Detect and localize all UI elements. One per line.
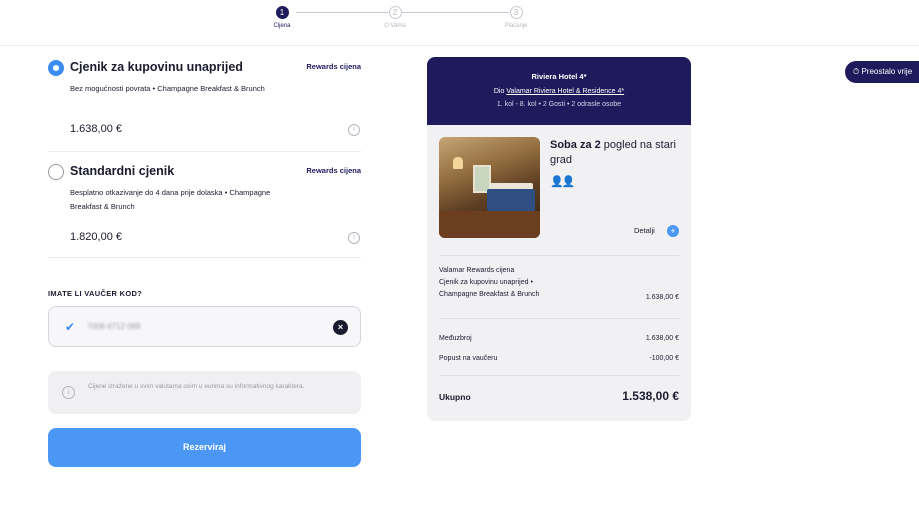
rate-price: 1.820,00 € bbox=[70, 231, 122, 243]
step-price[interactable]: 1 Cijena bbox=[262, 6, 302, 29]
rate-summary-line: Champagne Breakfast & Brunch bbox=[439, 291, 540, 298]
rewards-price-tag: Rewards cijena bbox=[306, 166, 361, 175]
plus-icon[interactable]: + bbox=[667, 225, 679, 237]
rate-price: 1.638,00 € bbox=[70, 123, 122, 135]
info-icon[interactable]: i bbox=[348, 124, 360, 136]
total-label: Ukupno bbox=[439, 392, 471, 402]
stay-dates-guests: 1. kol - 8. kol • 2 Gosti • 2 odrasle os… bbox=[496, 101, 622, 108]
rate-radio-unselected[interactable] bbox=[48, 164, 64, 180]
rate-option-standard[interactable]: Standardni cjenik Rewards cijena Besplat… bbox=[48, 164, 361, 244]
rate-summary-line: Valamar Rewards cijena bbox=[439, 267, 515, 274]
total-amount: 1.538,00 € bbox=[622, 389, 679, 403]
voucher-heading: IMATE LI VAUČER KOD? bbox=[48, 289, 143, 298]
divider bbox=[439, 255, 679, 256]
info-icon: i bbox=[62, 386, 75, 399]
hotel-parent: Dio Valamar Riviera Hotel & Residence 4* bbox=[427, 88, 691, 95]
hotel-parent-prefix: Dio bbox=[493, 88, 505, 95]
step-label: O Vama bbox=[384, 23, 406, 29]
check-icon: ✔ bbox=[65, 320, 76, 334]
currency-notice: i Cijene izražene u svim valutama osim u… bbox=[48, 371, 361, 414]
rate-amount: 1.638,00 € bbox=[645, 294, 679, 301]
step-payment[interactable]: 3 Plaćanje bbox=[496, 6, 536, 29]
rate-summary-line: Cjenik za kupovinu unaprijed • bbox=[439, 279, 533, 286]
subtotal-amount: 1.638,00 € bbox=[645, 335, 679, 342]
divider bbox=[48, 257, 361, 258]
room-title: Soba za 2 pogled na stari grad bbox=[550, 138, 680, 168]
details-link[interactable]: Detalji bbox=[634, 226, 655, 235]
room-title-bold: Soba za 2 bbox=[550, 139, 601, 151]
voucher-discount-label: Popust na vaučeru bbox=[439, 355, 498, 362]
hotel-header: Riviera Hotel 4* Dio Valamar Riviera Hot… bbox=[427, 57, 691, 125]
step-number: 3 bbox=[509, 6, 523, 19]
rewards-price-tag: Rewards cijena bbox=[306, 62, 361, 71]
voucher-code-value: 7008 4712 088 bbox=[87, 322, 141, 331]
step-number: 2 bbox=[388, 6, 402, 19]
progress-stepper: 1 Cijena 2 O Vama 3 Plaćanje bbox=[0, 0, 919, 46]
step-label: Plaćanje bbox=[504, 23, 528, 29]
step-label: Cijena bbox=[273, 23, 291, 29]
divider bbox=[48, 151, 361, 152]
rate-title: Standardni cjenik bbox=[70, 164, 175, 178]
booking-summary-card: Riviera Hotel 4* Dio Valamar Riviera Hot… bbox=[427, 57, 691, 421]
rate-description: Besplatno otkazivanje do 4 dana prije do… bbox=[70, 188, 271, 211]
notice-text: Cijene izražene u svim valutama osim u e… bbox=[88, 383, 305, 390]
rate-radio-selected[interactable] bbox=[48, 60, 64, 76]
info-icon[interactable]: i bbox=[348, 232, 360, 244]
stepper-connector bbox=[402, 12, 509, 13]
rate-title: Cjenik za kupovinu unaprijed bbox=[70, 60, 243, 74]
reserve-button[interactable]: Rezerviraj bbox=[48, 428, 361, 467]
clear-icon[interactable]: × bbox=[333, 320, 348, 335]
time-remaining-button[interactable]: ⏱ Preostalo vrije bbox=[845, 61, 919, 83]
voucher-discount-amount: -100,00 € bbox=[649, 355, 679, 362]
step-about-you[interactable]: 2 O Vama bbox=[375, 6, 415, 29]
divider bbox=[439, 375, 679, 376]
subtotal-label: Međuzbroj bbox=[439, 335, 472, 342]
hotel-name: Riviera Hotel 4* bbox=[531, 72, 587, 81]
voucher-code-input[interactable]: ✔ 7008 4712 088 × bbox=[48, 306, 361, 347]
step-number: 1 bbox=[275, 6, 289, 19]
rate-description: Bez mogućnosti povrata • Champagne Break… bbox=[70, 84, 265, 93]
rate-option-advance-purchase[interactable]: Cjenik za kupovinu unaprijed Rewards cij… bbox=[48, 60, 361, 140]
rate-summary: Valamar Rewards cijena Cjenik za kupovin… bbox=[439, 265, 539, 301]
two-guests-icon: 👤👤 bbox=[550, 176, 575, 188]
divider bbox=[439, 318, 679, 319]
room-photo[interactable] bbox=[439, 137, 540, 238]
hotel-parent-link[interactable]: Valamar Riviera Hotel & Residence 4* bbox=[506, 88, 624, 95]
